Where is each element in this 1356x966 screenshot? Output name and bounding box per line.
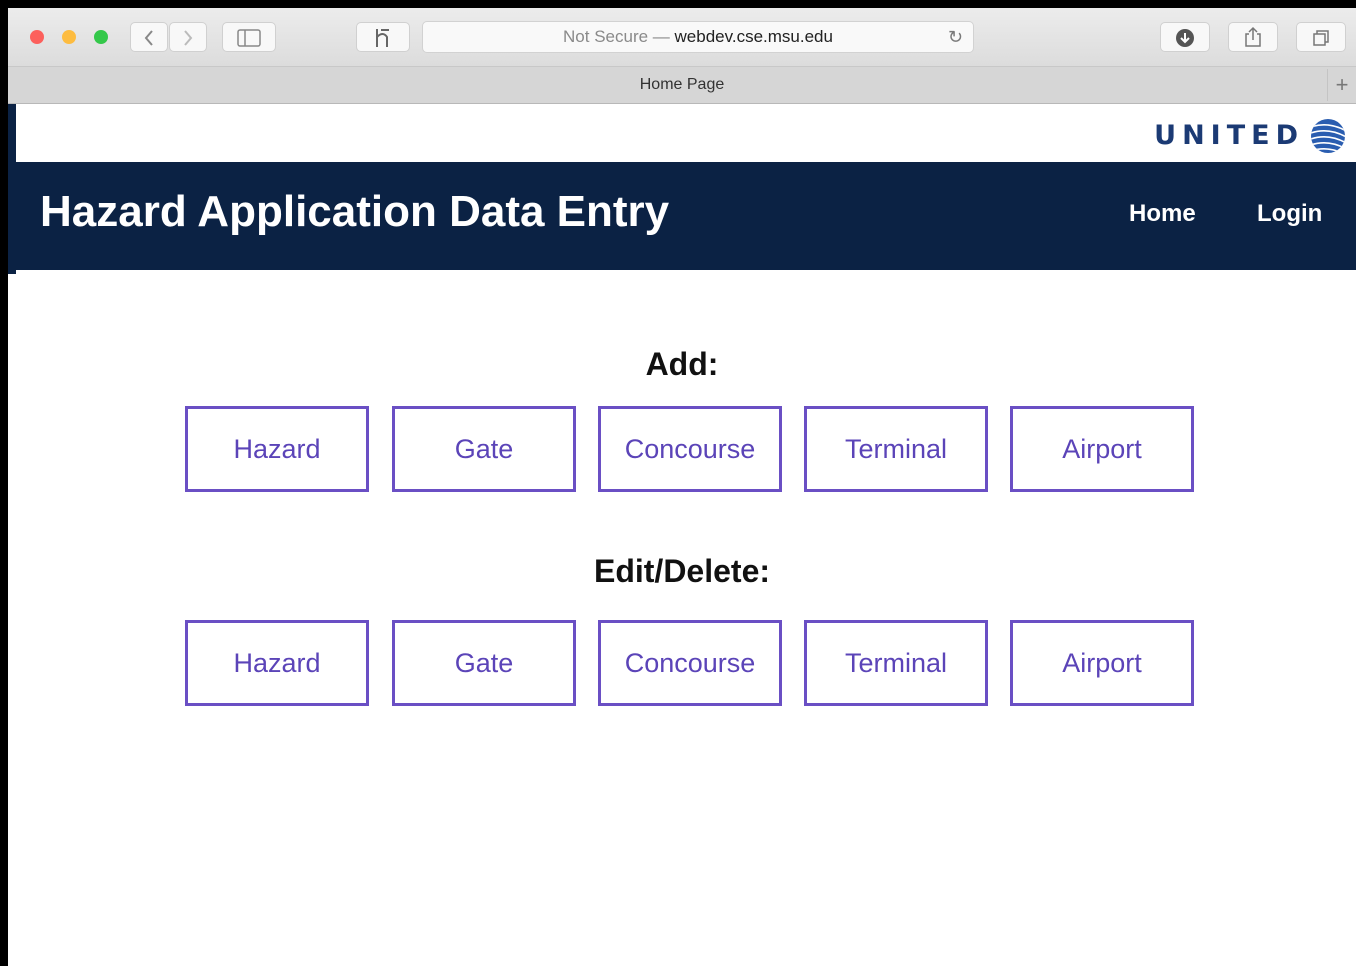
add-heading: Add: [645,346,719,382]
edit-terminal-button[interactable]: Terminal [804,620,988,706]
nav-home-link[interactable]: Home [1129,200,1196,228]
not-secure-label: Not Secure — [563,27,670,46]
share-icon [1245,26,1261,47]
chevron-left-icon [144,30,153,46]
zoom-window-button[interactable] [94,30,108,44]
new-tab-button[interactable]: + [1327,69,1356,101]
close-window-button[interactable] [30,30,44,44]
address-bar[interactable]: Not Secure — webdev.cse.msu.edu ↻ [422,21,974,53]
edit-delete-heading: Edit/Delete: [593,553,771,589]
brand-bar: UNITED [8,104,1356,162]
reload-icon[interactable]: ↻ [948,22,963,52]
add-gate-button[interactable]: Gate [392,406,576,492]
downloads-button[interactable] [1160,22,1210,52]
sidebar-button[interactable] [222,22,276,52]
browser-window: Not Secure — webdev.cse.msu.edu ↻ Home P… [8,8,1356,966]
share-button[interactable] [1228,22,1278,52]
page-content: UNITED Hazard Application Data Entry Hom… [8,104,1356,966]
back-button[interactable] [130,22,168,52]
add-hazard-button[interactable]: Hazard [185,406,369,492]
edit-airport-button[interactable]: Airport [1010,620,1194,706]
add-airport-button[interactable]: Airport [1010,406,1194,492]
united-logo-wordmark: UNITED [1154,120,1304,151]
tab-home-page[interactable]: Home Page [8,67,1356,103]
add-button-row: Hazard Gate Concourse Terminal Airport [185,406,1197,494]
extension-button[interactable] [356,22,410,52]
tab-bar: Home Page + [8,67,1356,104]
add-terminal-button[interactable]: Terminal [804,406,988,492]
edit-hazard-button[interactable]: Hazard [185,620,369,706]
edit-gate-button[interactable]: Gate [392,620,576,706]
browser-toolbar: Not Secure — webdev.cse.msu.edu ↻ [8,8,1356,67]
nav-login-link[interactable]: Login [1257,200,1322,228]
minimize-window-button[interactable] [62,30,76,44]
page-title: Hazard Application Data Entry [40,187,670,236]
sidebar-icon [237,29,261,47]
url-domain: webdev.cse.msu.edu [674,27,833,46]
edit-button-row: Hazard Gate Concourse Terminal Airport [185,620,1197,708]
download-icon [1176,29,1194,47]
site-header: Hazard Application Data Entry Home Login [8,162,1356,270]
extension-icon [376,29,389,47]
edit-concourse-button[interactable]: Concourse [598,620,782,706]
add-concourse-button[interactable]: Concourse [598,406,782,492]
tabs-overview-button[interactable] [1296,22,1346,52]
united-globe-logo-icon [1311,119,1345,153]
chevron-right-icon [184,30,193,46]
forward-button[interactable] [169,22,207,52]
tabs-icon [1313,30,1329,46]
